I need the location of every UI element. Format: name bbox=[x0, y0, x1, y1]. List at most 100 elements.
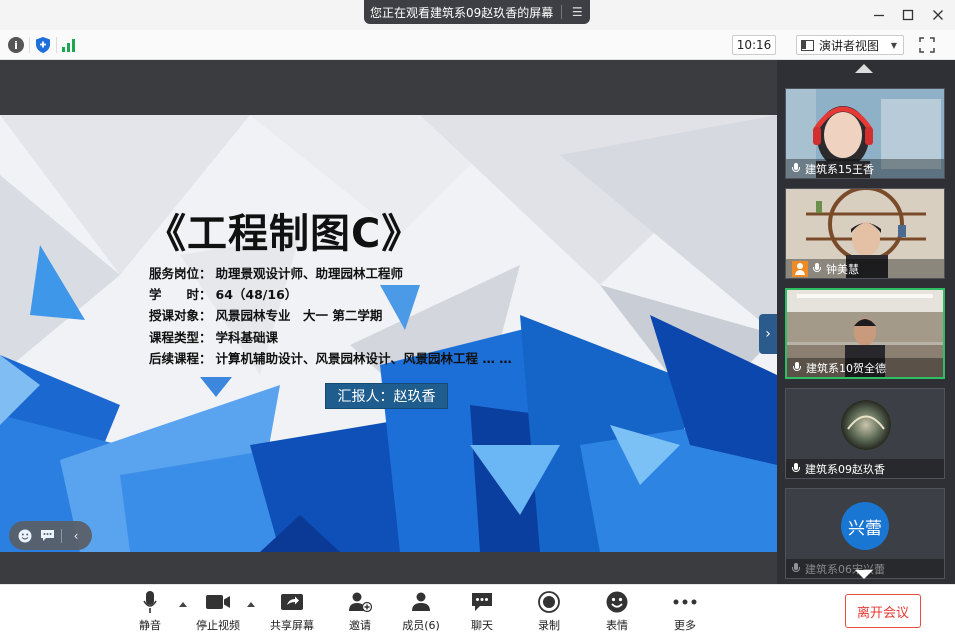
leave-meeting-button[interactable]: 离开会议 bbox=[845, 594, 921, 628]
view-mode-label: 演讲者视图 bbox=[819, 38, 880, 53]
emoji-icon bbox=[606, 589, 628, 615]
chevron-left-icon[interactable]: ‹ bbox=[68, 528, 84, 544]
participant-tile[interactable]: 建筑系15王香 bbox=[785, 88, 945, 179]
share-screen-button[interactable]: 共享屏幕 bbox=[268, 589, 316, 633]
chevron-down-icon: ▼ bbox=[890, 40, 897, 50]
video-camera-icon bbox=[205, 589, 231, 615]
slide-title: 《工程制图C》 bbox=[146, 211, 423, 257]
more-label: 更多 bbox=[674, 619, 696, 632]
participant-name: 建筑系06宋兴蕾 bbox=[805, 562, 885, 576]
slide-info-line: 服务岗位： 助理景观设计师、助理园林工程师 bbox=[149, 263, 403, 282]
avatar: 兴蕾 bbox=[841, 502, 889, 550]
meeting-toolbar: i 10:16 演讲者视图 ▼ bbox=[0, 30, 955, 60]
info-label: 学 时： bbox=[149, 287, 212, 302]
info-label: 服务岗位： bbox=[149, 266, 212, 281]
speaker-view-icon bbox=[801, 39, 814, 51]
participant-name-bar: 钟美慧 bbox=[786, 259, 944, 278]
microphone-icon bbox=[143, 589, 157, 615]
record-icon bbox=[538, 589, 560, 615]
info-label: 后续课程： bbox=[149, 351, 212, 366]
slide-info-line: 课程类型： 学科基础课 bbox=[149, 327, 278, 346]
annotation-controls: ‹ bbox=[9, 521, 92, 550]
divider bbox=[56, 37, 57, 53]
divider bbox=[29, 37, 30, 53]
stop-video-button[interactable]: 停止视频 bbox=[194, 589, 242, 633]
add-user-icon bbox=[348, 589, 372, 615]
invite-button[interactable]: 邀请 bbox=[345, 589, 375, 633]
participant-tile-active-speaker[interactable]: 建筑系10贺全德 bbox=[785, 288, 945, 379]
view-mode-dropdown[interactable]: 演讲者视图 ▼ bbox=[796, 35, 904, 55]
mute-label: 静音 bbox=[139, 619, 161, 632]
record-label: 录制 bbox=[538, 619, 560, 632]
users-icon bbox=[410, 589, 432, 615]
title-bar: 您正在观看建筑系09赵玖香的屏幕 ☰ bbox=[0, 0, 955, 30]
participant-name: 建筑系15王香 bbox=[805, 162, 874, 176]
slide-info-line: 学 时： 64（48/16） bbox=[149, 284, 297, 303]
host-icon bbox=[792, 260, 808, 277]
shield-icon[interactable] bbox=[35, 36, 51, 54]
stop-video-label: 停止视频 bbox=[196, 619, 240, 632]
chat-bubble-icon[interactable] bbox=[39, 528, 55, 544]
members-button[interactable]: 成员(6) bbox=[401, 589, 441, 633]
emoji-label: 表情 bbox=[606, 619, 628, 632]
microphone-icon bbox=[793, 362, 801, 373]
slide-info-line: 后续课程： 计算机辅助设计、风景园林设计、风景园林工程 … … bbox=[149, 348, 512, 367]
participant-tile[interactable]: 兴蕾 建筑系06宋兴蕾 bbox=[785, 488, 945, 579]
fullscreen-icon[interactable] bbox=[919, 37, 935, 53]
emoji-button[interactable]: 表情 bbox=[604, 589, 630, 633]
info-value: 风景园林专业 大一 第二学期 bbox=[215, 308, 383, 323]
participant-name-bar: 建筑系09赵玖香 bbox=[786, 459, 944, 478]
share-screen-icon bbox=[280, 589, 304, 615]
share-screen-label: 共享屏幕 bbox=[270, 619, 314, 632]
signal-strength-icon[interactable] bbox=[62, 38, 78, 52]
maximize-icon[interactable] bbox=[898, 5, 918, 25]
mute-button[interactable]: 静音 bbox=[136, 589, 164, 633]
screen-share-indicator[interactable]: 您正在观看建筑系09赵玖香的屏幕 ☰ bbox=[364, 0, 590, 24]
more-dots-icon bbox=[673, 589, 697, 615]
sharing-text: 您正在观看建筑系09赵玖香的屏幕 bbox=[370, 5, 554, 20]
slide-background-graphic bbox=[0, 115, 777, 552]
list-icon[interactable]: ☰ bbox=[566, 4, 588, 20]
microphone-icon bbox=[792, 563, 800, 574]
info-value: 计算机辅助设计、风景园林设计、风景园林工程 … … bbox=[215, 351, 512, 366]
info-value: 学科基础课 bbox=[215, 330, 279, 345]
chat-icon bbox=[471, 589, 493, 615]
microphone-icon bbox=[792, 463, 800, 474]
chevron-up-icon[interactable] bbox=[247, 602, 255, 607]
participant-name: 钟美慧 bbox=[826, 262, 859, 276]
close-icon[interactable] bbox=[928, 5, 948, 25]
chat-label: 聊天 bbox=[471, 619, 493, 632]
chat-button[interactable]: 聊天 bbox=[469, 589, 495, 633]
more-button[interactable]: 更多 bbox=[672, 589, 698, 633]
chevron-right-icon[interactable]: › bbox=[759, 314, 777, 354]
participant-tile[interactable]: 钟美慧 bbox=[785, 188, 945, 279]
record-button[interactable]: 录制 bbox=[536, 589, 562, 633]
members-label: 成员(6) bbox=[402, 619, 440, 632]
info-label: 课程类型： bbox=[149, 330, 212, 345]
participant-name-bar: 建筑系15王香 bbox=[786, 159, 944, 178]
participant-gallery: 建筑系15王香 钟美慧 建筑系10贺全德 建筑系09赵玖香 兴蕾 建筑系06宋兴… bbox=[777, 60, 955, 584]
participant-name: 建筑系09赵玖香 bbox=[805, 462, 885, 476]
reporter-badge: 汇报人：赵玖香 bbox=[325, 383, 448, 409]
scroll-up-icon[interactable] bbox=[855, 64, 873, 73]
microphone-icon bbox=[813, 263, 821, 274]
shared-screen-area: 《工程制图C》 服务岗位： 助理景观设计师、助理园林工程师 学 时： 64（48/1… bbox=[0, 60, 777, 584]
invite-label: 邀请 bbox=[349, 619, 371, 632]
info-value: 助理景观设计师、助理园林工程师 bbox=[215, 266, 404, 281]
meeting-timer: 10:16 bbox=[732, 35, 776, 55]
minimize-icon[interactable] bbox=[869, 5, 889, 25]
participant-tile[interactable]: 建筑系09赵玖香 bbox=[785, 388, 945, 479]
slide-info-line: 授课对象： 风景园林专业 大一 第二学期 bbox=[149, 305, 382, 324]
participant-name-bar: 建筑系10贺全德 bbox=[787, 358, 943, 377]
meeting-controls-bar: 静音 停止视频 共享屏幕 邀请 成员(6) 聊天 录制 表情 更多 离开会议 bbox=[0, 584, 955, 635]
info-icon[interactable]: i bbox=[8, 37, 24, 53]
info-label: 授课对象： bbox=[149, 308, 212, 323]
divider bbox=[61, 528, 62, 543]
info-value: 64（48/16） bbox=[215, 287, 298, 302]
divider bbox=[561, 5, 563, 19]
microphone-icon bbox=[792, 163, 800, 174]
scroll-down-icon[interactable] bbox=[855, 570, 873, 579]
chevron-up-icon[interactable] bbox=[179, 602, 187, 607]
emoji-icon[interactable] bbox=[17, 528, 33, 544]
participant-name: 建筑系10贺全德 bbox=[806, 361, 886, 375]
